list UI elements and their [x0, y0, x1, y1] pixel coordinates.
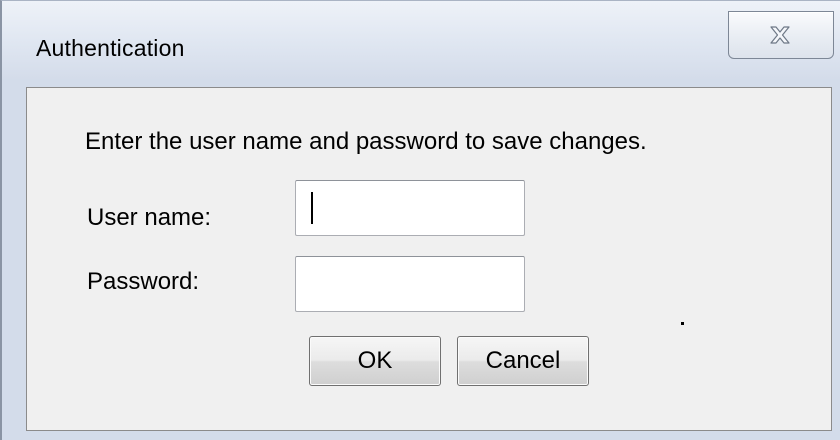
username-label: User name:	[87, 204, 212, 231]
window-title: Authentication	[36, 35, 185, 61]
dialog-body: Enter the user name and password to save…	[26, 87, 832, 431]
authentication-dialog: Authentication Enter the user name and p…	[0, 0, 840, 440]
password-label: Password:	[87, 268, 200, 295]
password-input[interactable]	[295, 256, 525, 312]
instruction-text: Enter the user name and password to save…	[85, 128, 647, 155]
title-bar[interactable]: Authentication	[2, 1, 840, 79]
close-button[interactable]	[728, 11, 834, 59]
text-caret	[311, 192, 313, 224]
cancel-button[interactable]: Cancel	[457, 336, 589, 386]
stray-dot	[681, 322, 684, 325]
username-input[interactable]	[295, 180, 525, 236]
ok-button[interactable]: OK	[309, 336, 441, 386]
close-icon	[770, 26, 790, 44]
